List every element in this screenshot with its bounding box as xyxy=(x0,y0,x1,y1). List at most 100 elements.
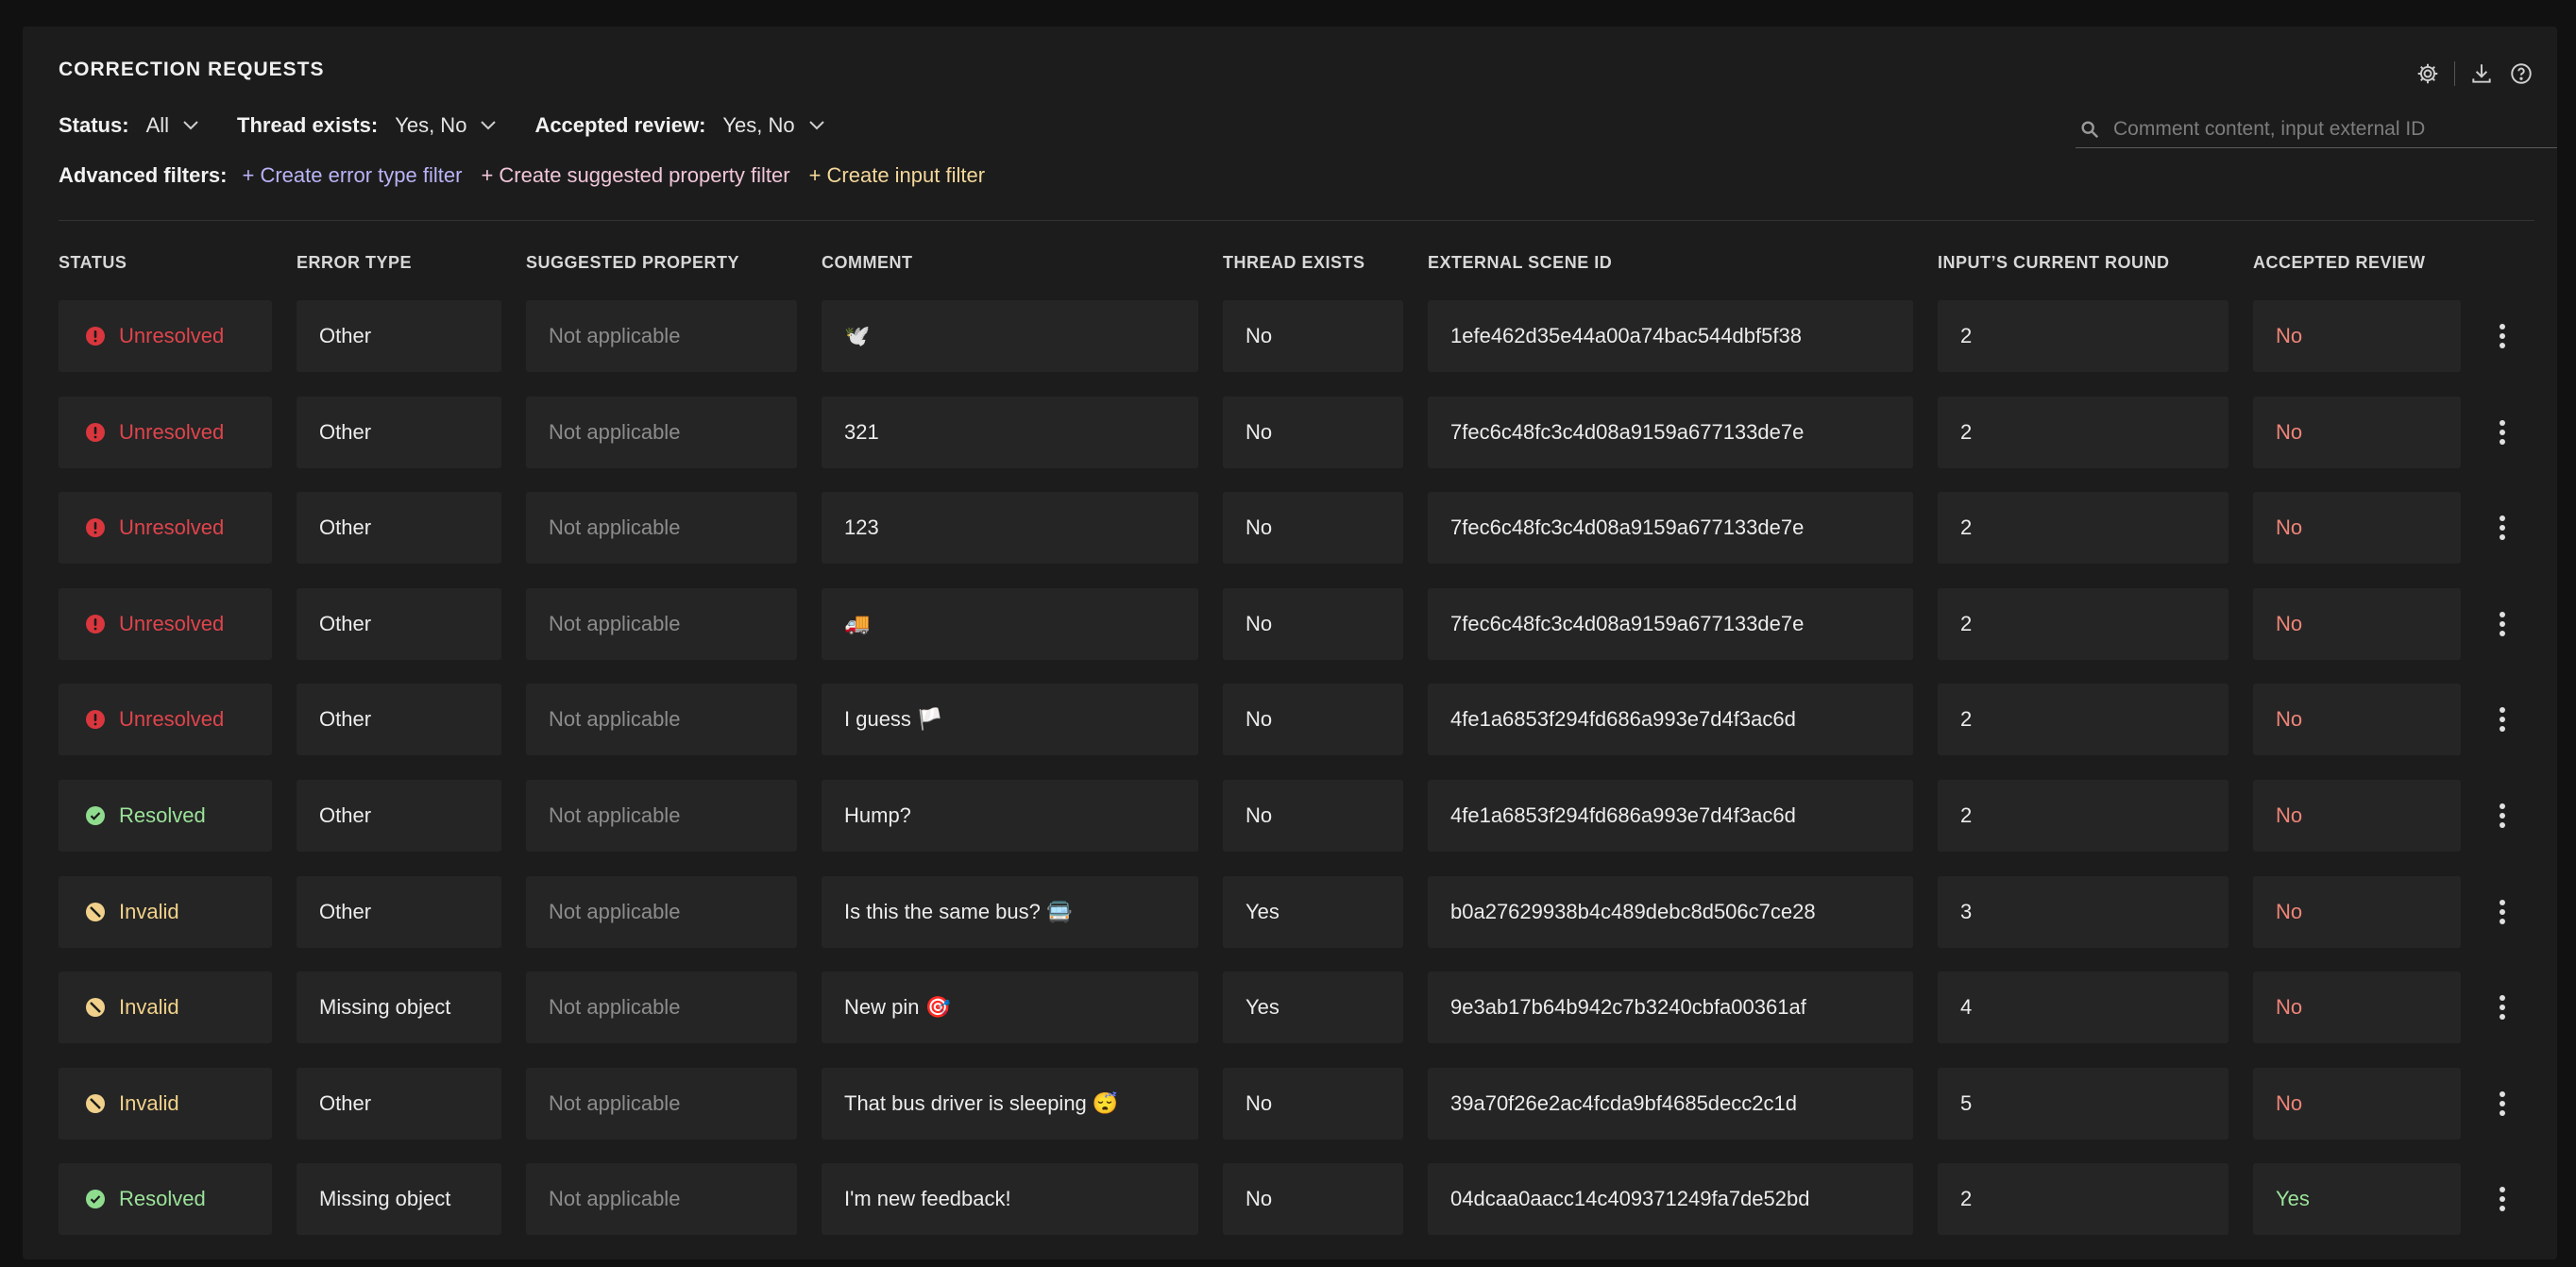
thread-exists-text: No xyxy=(1246,419,1273,444)
column-header-comment[interactable]: COMMENT xyxy=(822,253,913,273)
table-row[interactable]: Invalid Other Not applicable That bus drive… xyxy=(23,1067,2557,1140)
cell-thread-exists: Yes xyxy=(1223,971,1403,1044)
more-options-icon[interactable] xyxy=(2483,397,2521,468)
cell-status: Resolved xyxy=(59,1163,272,1236)
thread-exists-text: No xyxy=(1246,515,1273,540)
table-row[interactable]: Unresolved Other Not applicable 321 No 7fec6c… xyxy=(23,396,2557,468)
error-type-text: Other xyxy=(319,1090,372,1115)
accepted-review-text: No xyxy=(2276,515,2303,540)
cell-current-round: 2 xyxy=(1938,1163,2229,1236)
column-header-current-round[interactable]: INPUT’S CURRENT ROUND xyxy=(1938,253,2170,273)
cell-comment: 321 xyxy=(822,396,1198,468)
suggested-property-text: Not applicable xyxy=(549,1090,681,1115)
error-type-text: Missing object xyxy=(319,995,451,1020)
table-row[interactable]: Unresolved Other Not applicable I guess 🏳️ N… xyxy=(23,684,2557,756)
more-options-icon[interactable] xyxy=(2483,971,2521,1043)
column-header-accepted-review[interactable]: ACCEPTED REVIEW xyxy=(2253,253,2426,273)
accepted-review-text: No xyxy=(2276,899,2303,923)
status-text: Resolved xyxy=(119,803,206,827)
more-options-icon[interactable] xyxy=(2483,492,2521,564)
thread-exists-text: No xyxy=(1246,707,1273,732)
cell-comment: New pin 🎯 xyxy=(822,971,1198,1044)
column-header-suggested-property[interactable]: SUGGESTED PROPERTY xyxy=(526,253,739,273)
comment-text: 321 xyxy=(844,419,879,444)
cell-thread-exists: No xyxy=(1223,780,1403,852)
error-icon xyxy=(85,422,106,443)
cell-external-scene-id: b0a27629938b4c489debc8d506c7ce28 xyxy=(1428,875,1913,948)
thread-exists-text: No xyxy=(1246,611,1273,635)
suggested-property-text: Not applicable xyxy=(549,995,681,1020)
column-header-external-scene-id[interactable]: EXTERNAL SCENE ID xyxy=(1428,253,1612,273)
thread-exists-text: Yes xyxy=(1246,899,1280,923)
invalid-icon xyxy=(85,902,106,922)
cell-accepted-review: No xyxy=(2253,396,2461,468)
thread-filter-dropdown[interactable]: Yes, No xyxy=(395,113,497,138)
comment-text: I guess 🏳️ xyxy=(844,707,943,732)
create-error-type-filter-link[interactable]: + Create error type filter xyxy=(243,163,463,188)
more-options-icon[interactable] xyxy=(2483,1068,2521,1140)
status-filter-dropdown[interactable]: All xyxy=(146,113,199,138)
more-options-icon[interactable] xyxy=(2483,876,2521,948)
cell-current-round: 2 xyxy=(1938,492,2229,565)
cell-status: Invalid xyxy=(59,971,272,1044)
comment-text: New pin 🎯 xyxy=(844,995,951,1020)
settings-icon[interactable] xyxy=(2415,60,2441,87)
divider xyxy=(59,220,2534,221)
table-header: STATUS ERROR TYPE SUGGESTED PROPERTY COM… xyxy=(23,253,2557,281)
more-options-icon[interactable] xyxy=(2483,588,2521,660)
external-scene-id-text: 7fec6c48fc3c4d08a9159a677133de7e xyxy=(1450,611,1805,635)
table-row[interactable]: Unresolved Other Not applicable 🕊️ No 1efe462… xyxy=(23,300,2557,372)
column-header-thread-exists[interactable]: THREAD EXISTS xyxy=(1223,253,1365,273)
accepted-filter-dropdown[interactable]: Yes, No xyxy=(722,113,824,138)
status-filter-label: Status: xyxy=(59,113,129,137)
status-text: Unresolved xyxy=(119,515,225,540)
current-round-text: 2 xyxy=(1960,707,1973,732)
more-options-icon[interactable] xyxy=(2483,780,2521,852)
search-icon xyxy=(2079,119,2100,140)
toolbar-divider xyxy=(2454,61,2455,86)
more-options-icon[interactable] xyxy=(2483,1163,2521,1235)
cell-current-round: 2 xyxy=(1938,684,2229,756)
create-input-filter-link[interactable]: + Create input filter xyxy=(809,163,985,188)
suggested-property-text: Not applicable xyxy=(549,419,681,444)
cell-error-type: Other xyxy=(297,587,501,660)
download-icon[interactable] xyxy=(2468,60,2495,87)
table-row[interactable]: Invalid Missing object Not applicable New p… xyxy=(23,971,2557,1044)
error-icon xyxy=(85,709,106,730)
cell-external-scene-id: 39a70f26e2ac4fcda9bf4685decc2c1d xyxy=(1428,1067,1913,1140)
table-row[interactable]: Unresolved Other Not applicable 🚚 No 7fec6c48… xyxy=(23,587,2557,660)
table-row[interactable]: Unresolved Other Not applicable 123 No 7fec6c… xyxy=(23,492,2557,565)
table-row[interactable]: Resolved Other Not applicable Hump? No 4fe1a6… xyxy=(23,780,2557,852)
cell-suggested-property: Not applicable xyxy=(526,1067,797,1140)
current-round-text: 2 xyxy=(1960,611,1973,635)
table-row[interactable]: Resolved Missing object Not applicable I'm … xyxy=(23,1163,2557,1236)
create-suggested-property-filter-link[interactable]: + Create suggested property filter xyxy=(481,163,789,188)
external-scene-id-text: 7fec6c48fc3c4d08a9159a677133de7e xyxy=(1450,419,1805,444)
cell-accepted-review: No xyxy=(2253,300,2461,372)
current-round-text: 2 xyxy=(1960,515,1973,540)
more-options-icon[interactable] xyxy=(2483,684,2521,755)
more-options-icon[interactable] xyxy=(2483,300,2521,372)
table-row[interactable]: Invalid Other Not applicable Is this the sa… xyxy=(23,875,2557,948)
cell-status: Invalid xyxy=(59,875,272,948)
current-round-text: 2 xyxy=(1960,803,1973,827)
cell-comment: 🚚 xyxy=(822,587,1198,660)
error-type-text: Other xyxy=(319,899,372,923)
thread-filter-label: Thread exists: xyxy=(237,113,379,137)
status-text: Resolved xyxy=(119,1187,206,1211)
comment-text: Hump? xyxy=(844,803,911,827)
column-header-status[interactable]: STATUS xyxy=(59,253,127,273)
suggested-property-text: Not applicable xyxy=(549,899,681,923)
external-scene-id-text: 1efe462d35e44a00a74bac544dbf5f38 xyxy=(1450,324,1802,347)
invalid-icon xyxy=(85,997,106,1018)
column-header-error-type[interactable]: ERROR TYPE xyxy=(297,253,412,273)
cell-comment: I guess 🏳️ xyxy=(822,684,1198,756)
status-text: Unresolved xyxy=(119,611,225,635)
suggested-property-text: Not applicable xyxy=(549,1187,681,1211)
search-input[interactable] xyxy=(2111,117,2557,142)
cell-external-scene-id: 4fe1a6853f294fd686a993e7d4f3ac6d xyxy=(1428,780,1913,852)
cell-thread-exists: No xyxy=(1223,300,1403,372)
cell-error-type: Other xyxy=(297,684,501,756)
cell-thread-exists: No xyxy=(1223,396,1403,468)
help-icon[interactable] xyxy=(2508,60,2534,87)
